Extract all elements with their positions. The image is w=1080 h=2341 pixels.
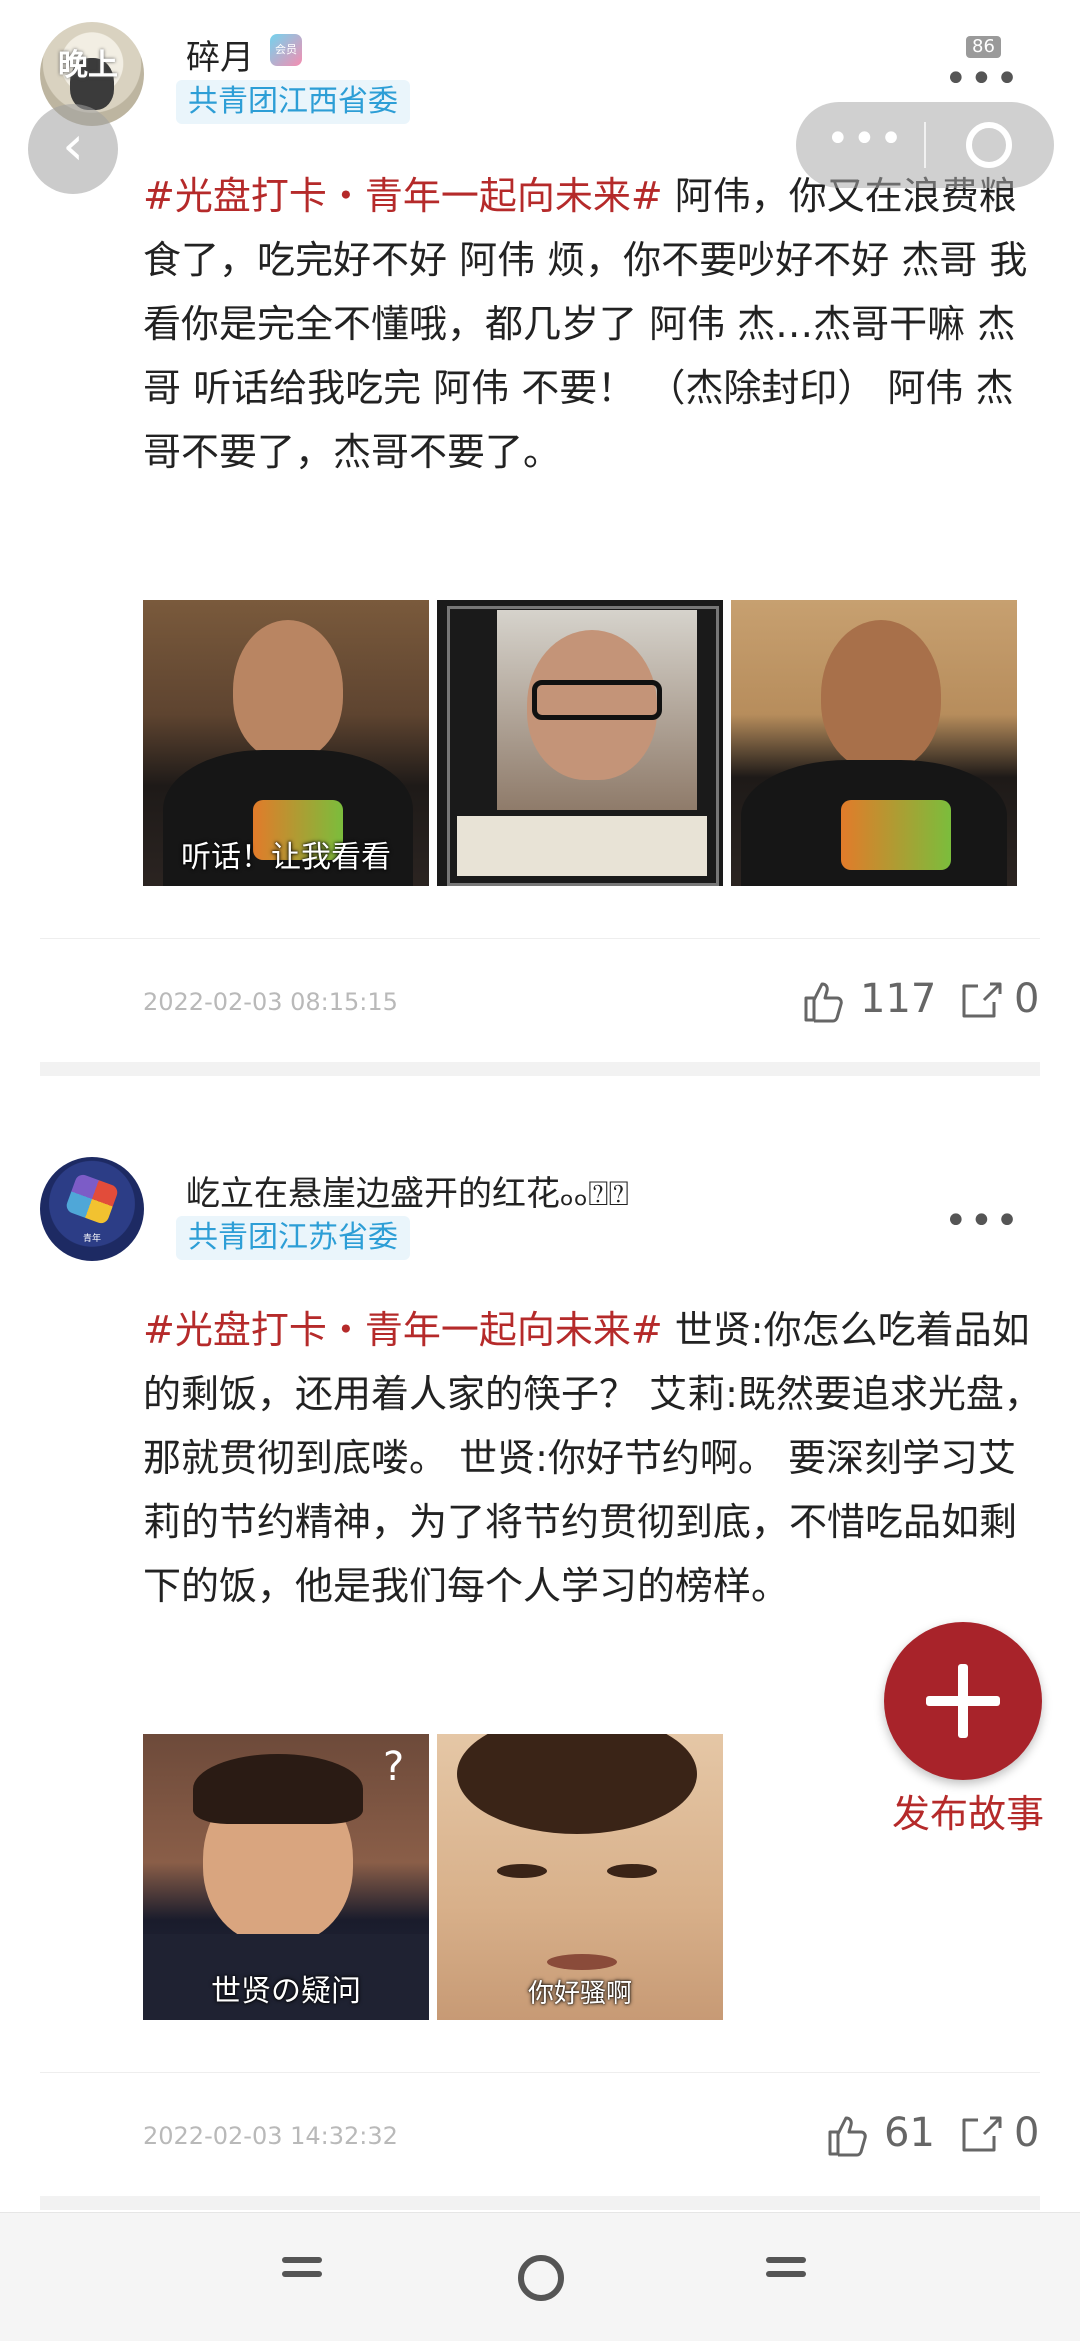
back-nav-icon[interactable] bbox=[766, 2249, 806, 2285]
chevron-left-icon: ‹ bbox=[62, 114, 84, 177]
capsule-divider bbox=[924, 122, 926, 168]
post-hashtag[interactable]: #光盘打卡・青年一起向未来# bbox=[143, 174, 663, 218]
post-body: #光盘打卡・青年一起向未来# 阿伟，你又在浪费粮食了，吃完好不好 阿伟 烦，你不… bbox=[143, 164, 1043, 484]
more-options-icon[interactable]: ••• bbox=[944, 56, 1021, 102]
post-image[interactable] bbox=[437, 600, 723, 886]
like-icon[interactable] bbox=[824, 2112, 872, 2160]
share-icon[interactable] bbox=[960, 978, 1004, 1022]
image-caption: 你好骚啊 bbox=[527, 1979, 632, 2009]
plus-icon bbox=[958, 1664, 968, 1738]
org-badge[interactable]: 共青团江苏省委 bbox=[176, 1216, 410, 1260]
notification-counter: 86 bbox=[966, 36, 1001, 58]
author-name[interactable]: 屹立在悬崖边盛开的红花ₒₒ⍰⍰ bbox=[186, 1166, 629, 1215]
avatar-text: 青年 bbox=[82, 1234, 101, 1244]
author-avatar[interactable]: 青年 bbox=[40, 1157, 144, 1261]
image-caption: 世贤の疑问 bbox=[211, 1974, 361, 2009]
vip-badge-icon: 会员 bbox=[270, 34, 302, 66]
like-count: 61 bbox=[884, 2110, 935, 2156]
menu-nav-icon[interactable] bbox=[282, 2249, 322, 2285]
more-options-icon[interactable]: ••• bbox=[944, 1198, 1021, 1244]
author-name[interactable]: 碎月 bbox=[186, 30, 254, 79]
post-hashtag[interactable]: #光盘打卡・青年一起向未来# bbox=[143, 1308, 663, 1352]
share-count: 0 bbox=[1014, 976, 1040, 1022]
mini-program-capsule: ••• bbox=[796, 102, 1054, 188]
post-separator bbox=[40, 1062, 1040, 1076]
avatar-text: 晚上 bbox=[58, 48, 118, 83]
like-count: 117 bbox=[860, 976, 937, 1022]
home-nav-icon[interactable] bbox=[518, 2255, 564, 2301]
post-image[interactable] bbox=[731, 600, 1017, 886]
post-image[interactable]: 你好骚啊 bbox=[437, 1734, 723, 2020]
post-image[interactable]: ? 世贤の疑问 bbox=[143, 1734, 429, 2020]
avatar-emblem bbox=[64, 1172, 120, 1226]
org-badge[interactable]: 共青团江西省委 bbox=[176, 80, 410, 124]
back-button[interactable]: ‹ bbox=[28, 104, 118, 194]
publish-story-label[interactable]: 发布故事 bbox=[888, 1783, 1048, 1838]
post-image[interactable]: 听话！让我看看 bbox=[143, 600, 429, 886]
capsule-menu-icon[interactable]: ••• bbox=[826, 116, 906, 162]
divider bbox=[40, 2072, 1040, 2073]
post-text: 阿伟，你又在浪费粮食了，吃完好不好 阿伟 烦，你不要吵好不好 杰哥 我看你是完全… bbox=[143, 174, 1028, 474]
like-icon[interactable] bbox=[800, 978, 848, 1026]
divider bbox=[40, 938, 1040, 939]
post-body: #光盘打卡・青年一起向未来# 世贤:你怎么吃着品如的剩饭，还用着人家的筷子？ 艾… bbox=[143, 1298, 1043, 1618]
post-timestamp: 2022-02-03 14:32:32 bbox=[143, 2122, 398, 2150]
publish-story-button[interactable] bbox=[884, 1622, 1042, 1780]
share-count: 0 bbox=[1014, 2110, 1040, 2156]
post-timestamp: 2022-02-03 08:15:15 bbox=[143, 988, 398, 1016]
post-separator bbox=[40, 2196, 1040, 2210]
image-caption: 听话！让我看看 bbox=[181, 840, 391, 875]
share-icon[interactable] bbox=[960, 2112, 1004, 2156]
post-text: 世贤:你怎么吃着品如的剩饭，还用着人家的筷子？ 艾莉:既然要追求光盘，那就贯彻到… bbox=[143, 1308, 1042, 1608]
capsule-close-icon[interactable] bbox=[966, 122, 1012, 168]
system-nav-bar bbox=[0, 2212, 1080, 2341]
